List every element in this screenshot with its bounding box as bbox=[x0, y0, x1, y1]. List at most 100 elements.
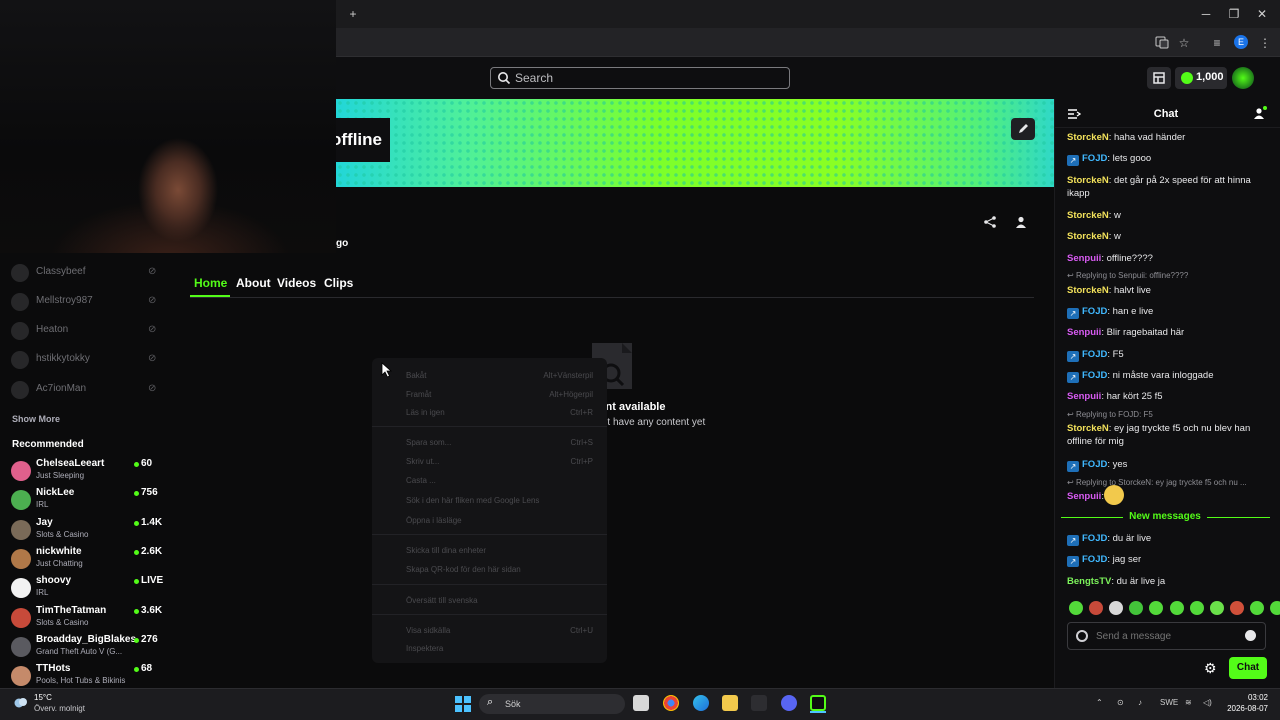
search-box[interactable] bbox=[490, 67, 790, 89]
recommended-channel[interactable]: Broadday_BigBlakes Grand Theft Auto V (G.… bbox=[0, 632, 175, 661]
chat-message[interactable]: StorckeN: w bbox=[1067, 230, 1262, 243]
menu-item-save-as[interactable]: Spara som... bbox=[406, 438, 451, 447]
send-chat-button[interactable]: Chat bbox=[1229, 657, 1267, 679]
menu-item-back[interactable]: Bakåt bbox=[406, 371, 426, 380]
kick-app-icon[interactable] bbox=[810, 695, 826, 711]
user-avatar[interactable] bbox=[1232, 67, 1254, 89]
chat-users-icon[interactable] bbox=[1253, 106, 1267, 120]
clock-time[interactable]: 03:02 bbox=[1220, 693, 1268, 702]
keyboard-language[interactable]: SWE bbox=[1160, 698, 1178, 707]
tab-home[interactable]: Home bbox=[194, 276, 227, 290]
following-item[interactable]: Classybeef ⊘ bbox=[0, 259, 175, 287]
chat-username[interactable]: Senpuii bbox=[1067, 327, 1101, 338]
chat-username[interactable]: StorckeN bbox=[1067, 175, 1109, 186]
chat-message[interactable]: StorckeN: haha vad händer bbox=[1067, 131, 1262, 144]
emote-button[interactable] bbox=[1089, 601, 1104, 615]
new-tab-button[interactable]: + bbox=[345, 6, 361, 22]
chat-message[interactable]: StorckeN: halvt live bbox=[1067, 284, 1262, 297]
translate-icon[interactable] bbox=[1154, 35, 1170, 51]
network-icon[interactable]: ⊙ bbox=[1117, 698, 1124, 707]
file-explorer-icon[interactable] bbox=[722, 695, 738, 711]
chat-message[interactable]: ↗ FOJD: han e live bbox=[1067, 305, 1262, 319]
chat-message[interactable]: Senpuii: bbox=[1067, 490, 1262, 503]
recommended-channel[interactable]: TimTheTatman Slots & Casino 3.6K bbox=[0, 603, 175, 632]
follow-user-icon[interactable] bbox=[1014, 215, 1028, 229]
chat-username[interactable]: StorckeN bbox=[1067, 423, 1109, 434]
chat-input-box[interactable] bbox=[1067, 622, 1266, 650]
profile-avatar[interactable]: E bbox=[1234, 35, 1248, 49]
collapse-chat-icon[interactable] bbox=[1067, 108, 1082, 120]
chat-username[interactable]: StorckeN bbox=[1067, 132, 1109, 143]
chat-message[interactable]: BengtsTV: du är live ja bbox=[1067, 575, 1262, 588]
tab-about[interactable]: About bbox=[236, 276, 271, 290]
chat-username[interactable]: FOJD bbox=[1082, 554, 1107, 565]
chat-message[interactable]: Senpuii: offline???? bbox=[1067, 252, 1262, 265]
menu-item-send-to-devices[interactable]: Skicka till dina enheter bbox=[406, 546, 486, 555]
library-button[interactable] bbox=[1147, 67, 1171, 89]
following-item[interactable]: Mellstroy987 ⊘ bbox=[0, 288, 175, 316]
emote-button[interactable] bbox=[1249, 601, 1264, 615]
chat-message[interactable]: Senpuii: Blir ragebaitad här bbox=[1067, 326, 1262, 339]
chat-settings-gear-icon[interactable]: ⚙ bbox=[1204, 660, 1217, 677]
chat-message[interactable]: ↗ FOJD: F5 bbox=[1067, 348, 1262, 362]
chat-username[interactable]: Senpuii bbox=[1067, 491, 1101, 502]
tab-videos[interactable]: Videos bbox=[277, 276, 316, 290]
emote-button[interactable] bbox=[1069, 601, 1083, 615]
chat-username[interactable]: FOJD bbox=[1082, 349, 1107, 360]
menu-item-view-source[interactable]: Visa sidkälla bbox=[406, 626, 450, 635]
chat-username[interactable]: Senpuii bbox=[1067, 391, 1101, 402]
chat-username[interactable]: FOJD bbox=[1082, 153, 1107, 164]
weather-cloud-icon[interactable] bbox=[12, 695, 30, 709]
emote-button[interactable] bbox=[1169, 601, 1184, 615]
recommended-channel[interactable]: nickwhite Just Chatting 2.6K bbox=[0, 544, 175, 573]
chat-username[interactable]: FOJD bbox=[1082, 533, 1107, 544]
recommended-channel[interactable]: Jay Slots & Casino 1.4K bbox=[0, 515, 175, 544]
chat-message[interactable]: StorckeN: ey jag tryckte f5 och nu blev … bbox=[1067, 422, 1262, 448]
chat-message[interactable]: StorckeN: det går på 2x speed för att hi… bbox=[1067, 174, 1262, 200]
recommended-channel[interactable]: NickLee IRL 756 bbox=[0, 485, 175, 514]
menu-item-qr-code[interactable]: Skapa QR-kod för den här sidan bbox=[406, 565, 521, 574]
share-icon[interactable] bbox=[983, 215, 997, 229]
recommended-channel[interactable]: ChelseaLeeart Just Sleeping 60 bbox=[0, 456, 175, 485]
chat-username[interactable]: FOJD bbox=[1082, 306, 1107, 317]
emote-button[interactable] bbox=[1270, 601, 1280, 615]
bookmark-star-icon[interactable]: ☆ bbox=[1176, 35, 1192, 51]
wifi-icon[interactable]: ≋ bbox=[1185, 698, 1192, 707]
chat-username[interactable]: FOJD bbox=[1082, 459, 1107, 470]
chat-message[interactable]: ↗ FOJD: ni måste vara inloggade bbox=[1067, 369, 1262, 383]
emoji-icon[interactable] bbox=[1245, 630, 1256, 641]
chat-username[interactable]: StorckeN bbox=[1067, 285, 1109, 296]
media-queue-icon[interactable]: ≡ bbox=[1209, 35, 1225, 51]
chat-username[interactable]: BengtsTV bbox=[1067, 576, 1111, 587]
following-item[interactable]: Heaton ⊘ bbox=[0, 317, 175, 345]
chat-username[interactable]: Senpuii bbox=[1067, 253, 1101, 264]
maximize-button[interactable]: ❐ bbox=[1226, 6, 1242, 22]
chat-username[interactable]: FOJD bbox=[1082, 370, 1107, 381]
discord-icon[interactable] bbox=[781, 695, 797, 711]
menu-item-print[interactable]: Skriv ut... bbox=[406, 457, 439, 466]
chat-message[interactable]: ↗ FOJD: jag ser bbox=[1067, 553, 1262, 567]
following-item[interactable]: hstikkytokky ⊘ bbox=[0, 346, 175, 374]
balance-button[interactable]: 1,000 bbox=[1175, 67, 1227, 89]
minimize-button[interactable]: ─ bbox=[1198, 6, 1214, 22]
search-input[interactable] bbox=[515, 70, 775, 86]
recommended-channel[interactable]: shoovy IRL LIVE bbox=[0, 573, 175, 602]
chat-message[interactable]: StorckeN: w bbox=[1067, 209, 1262, 222]
emote-button[interactable] bbox=[1229, 601, 1244, 615]
taskbar-search[interactable]: ⌕ Sök bbox=[479, 694, 625, 714]
edge-taskbar-icon[interactable] bbox=[693, 695, 709, 711]
menu-item-cast[interactable]: Casta ... bbox=[406, 476, 436, 485]
emote-button[interactable] bbox=[1209, 601, 1224, 615]
show-more-link[interactable]: Show More bbox=[12, 414, 60, 424]
following-item[interactable]: Ac7ionMan ⊘ bbox=[0, 376, 175, 404]
menu-item-reload[interactable]: Läs in igen bbox=[406, 408, 445, 417]
menu-item-google-lens[interactable]: Sök i den här fliken med Google Lens bbox=[406, 496, 539, 505]
chat-message-input[interactable] bbox=[1096, 628, 1236, 644]
menu-item-reader-mode[interactable]: Öppna i läsläge bbox=[406, 516, 462, 525]
tray-overflow-icon[interactable]: ⌃ bbox=[1096, 698, 1103, 707]
chat-username[interactable]: StorckeN bbox=[1067, 210, 1109, 221]
chat-message[interactable]: Senpuii: har kört 25 f5 bbox=[1067, 390, 1262, 403]
menu-item-forward[interactable]: Framåt bbox=[406, 390, 431, 399]
chat-username[interactable]: StorckeN bbox=[1067, 231, 1109, 242]
arc-app-icon[interactable] bbox=[751, 695, 767, 711]
